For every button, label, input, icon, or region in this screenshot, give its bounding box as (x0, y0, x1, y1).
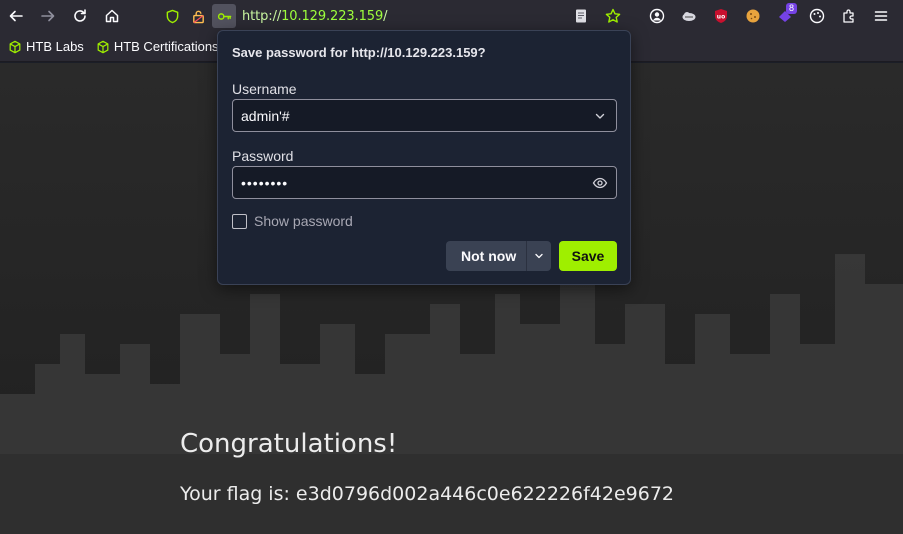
key-icon (217, 12, 231, 20)
ublock-button[interactable]: uo (705, 0, 737, 32)
home-button[interactable] (96, 0, 128, 32)
toolbar-right-icons: uo 8 (565, 0, 897, 32)
account-button[interactable] (641, 0, 673, 32)
username-label: Username (232, 81, 297, 97)
bookmark-label: HTB Labs (26, 39, 84, 54)
arrow-left-icon (9, 10, 23, 22)
chevron-down-icon[interactable] (592, 108, 608, 124)
reload-button[interactable] (64, 0, 96, 32)
insecure-lock-icon (192, 10, 204, 23)
password-field[interactable]: •••••••• (232, 166, 617, 199)
bookmark-label: HTB Certifications (113, 39, 219, 54)
page-icon (576, 9, 586, 23)
ublock-icon: uo (715, 9, 727, 23)
show-password-row[interactable]: Show password (232, 213, 353, 229)
not-now-button[interactable]: Not now (446, 241, 551, 271)
save-button[interactable]: Save (559, 241, 617, 271)
flag-text: Your flag is: e3d0796d002a446c0e622226f4… (180, 483, 675, 505)
bookmark-htb-labs[interactable]: HTB Labs (8, 39, 84, 54)
url-bar[interactable]: http://10.129.223.159/ (160, 2, 610, 30)
puzzle-icon (843, 9, 854, 23)
star-icon (605, 8, 621, 23)
save-password-popup: Save password for http://10.129.223.159?… (217, 30, 631, 285)
password-value: •••••••• (241, 174, 289, 191)
chevron-down-icon (535, 253, 543, 259)
password-key-button[interactable] (212, 4, 236, 28)
bookmark-htb-certifications[interactable]: HTB Certifications (96, 39, 219, 54)
site-security-button[interactable] (186, 4, 210, 28)
forward-button[interactable] (32, 0, 64, 32)
reader-view-button[interactable] (565, 0, 597, 32)
account-icon (649, 8, 665, 24)
password-label: Password (232, 148, 294, 164)
extension-palette-button[interactable] (801, 0, 833, 32)
htb-cube-icon (9, 40, 21, 53)
username-value: admin'# (241, 107, 290, 124)
show-password-label[interactable]: Show password (254, 213, 353, 229)
home-icon (105, 9, 119, 23)
palette-icon (809, 8, 825, 24)
not-now-label[interactable]: Not now (446, 248, 526, 264)
cookie-extension-button[interactable] (737, 0, 769, 32)
username-field[interactable]: admin'# (232, 99, 617, 132)
extension-cloud-button[interactable] (673, 0, 705, 32)
cloud-extension-icon (682, 12, 696, 21)
extensions-button[interactable] (833, 0, 865, 32)
show-password-checkbox[interactable] (232, 213, 247, 229)
browser-toolbar: http://10.129.223.159/ uo 8 (0, 0, 903, 32)
shield-icon (166, 9, 178, 23)
popup-title: Save password for http://10.129.223.159? (232, 45, 486, 60)
app-menu-button[interactable] (865, 0, 897, 32)
reload-icon (74, 9, 86, 22)
eye-icon[interactable] (592, 175, 608, 191)
hamburger-menu-icon (874, 11, 888, 21)
arrow-right-icon (41, 10, 55, 22)
url-text: http://10.129.223.159/ (242, 8, 388, 24)
bookmark-star-button[interactable] (597, 0, 629, 32)
htb-cube-icon (97, 40, 109, 53)
extension-badge-button[interactable]: 8 (769, 0, 801, 32)
cookie-icon (746, 9, 760, 23)
svg-text:uo: uo (717, 14, 725, 21)
extension-count-badge: 8 (785, 3, 797, 14)
congratulations-heading: Congratulations! (180, 429, 398, 459)
tracking-protection-button[interactable] (160, 4, 184, 28)
back-button[interactable] (0, 0, 32, 32)
not-now-dropdown[interactable] (527, 251, 551, 261)
